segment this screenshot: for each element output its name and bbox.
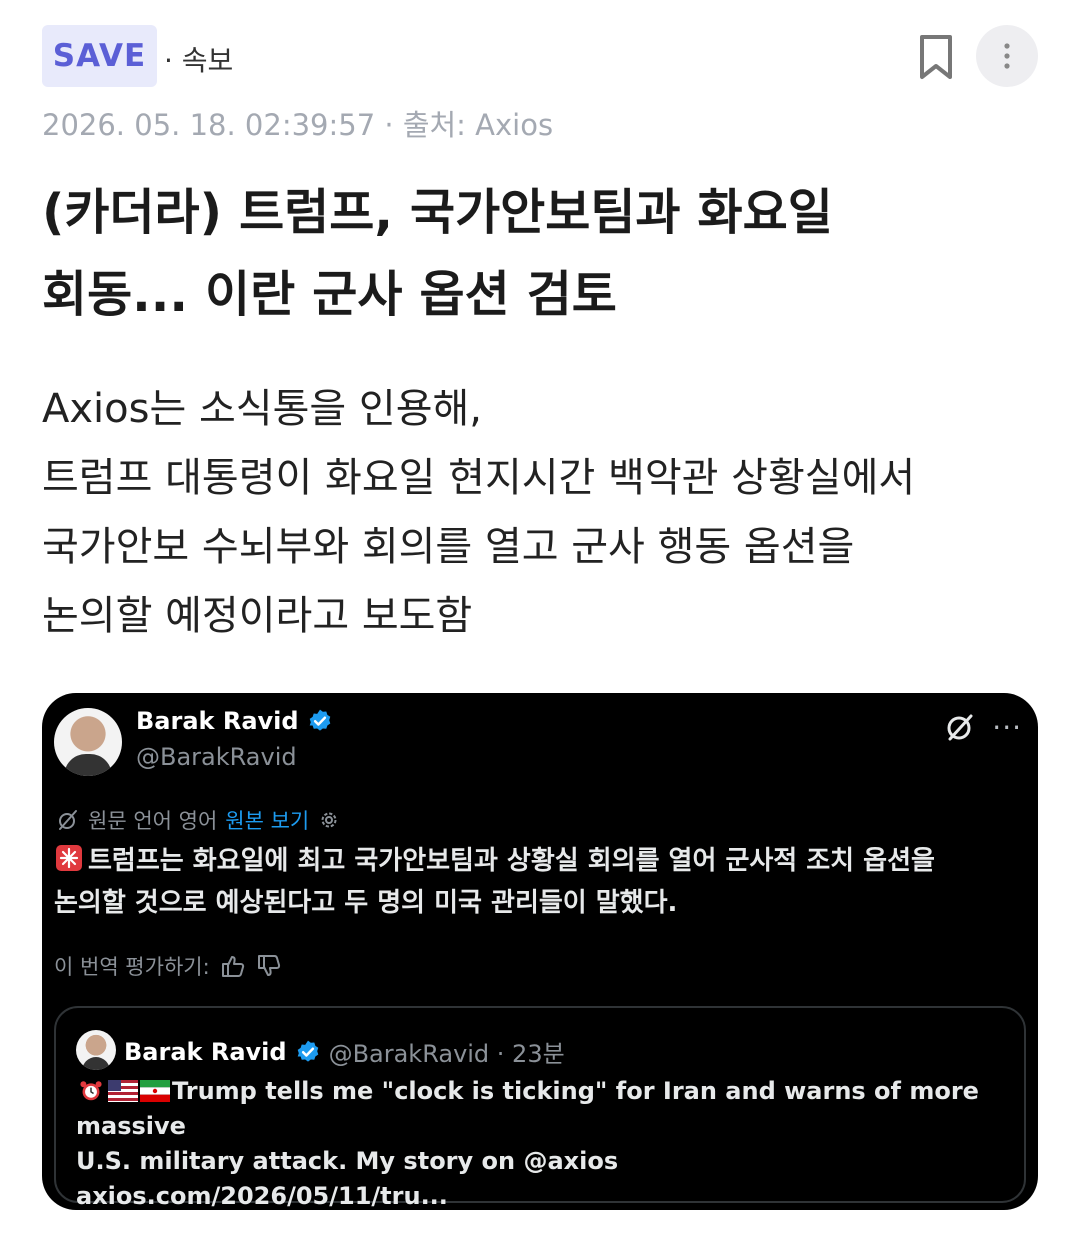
thumbs-down-icon[interactable] xyxy=(256,953,282,979)
rate-label: 이 번역 평가하기: xyxy=(54,955,210,979)
quoted-text-line: U.S. military attack. My story on @axios xyxy=(76,1147,619,1175)
avatar[interactable] xyxy=(54,708,122,776)
embedded-tweet[interactable]: Barak Ravid @BarakRavid ··· 원문 언어 영어 원본 … xyxy=(42,693,1038,1210)
rate-translation: 이 번역 평가하기: xyxy=(54,951,282,981)
article-title: (카더라) 트럼프, 국가안보팀과 화요일 회동... 이란 군사 옵션 검토 xyxy=(42,172,1042,336)
thumbs-up-icon[interactable] xyxy=(220,953,246,979)
grok-icon[interactable] xyxy=(944,711,976,743)
tweet-text-line: 논의할 것으로 예상된다고 두 명의 미국 관리들이 말했다. xyxy=(54,888,678,918)
translation-label: 원문 언어 영어 xyxy=(88,809,218,833)
grok-icon xyxy=(59,810,77,830)
quoted-tweet-header: Barak Ravid @BarakRavid · 23분 xyxy=(124,1034,565,1069)
more-vertical-icon xyxy=(1004,43,1010,69)
quoted-text-line: Trump tells me "clock is ticking" for Ir… xyxy=(76,1077,979,1140)
article-header: SAVE · 속보 xyxy=(42,25,1038,89)
translation-notice: 원문 언어 영어 원본 보기 xyxy=(56,805,341,835)
tweet-author-name: Barak Ravid xyxy=(136,707,299,735)
body-line: 트럼프 대통령이 화요일 현지시간 백악관 상황실에서 xyxy=(42,455,916,501)
category-label: · 속보 xyxy=(164,44,234,77)
view-original-link[interactable]: 원본 보기 xyxy=(225,805,309,835)
save-badge[interactable]: SAVE xyxy=(42,25,157,87)
quoted-tweet[interactable]: Barak Ravid @BarakRavid · 23분 Trump tell… xyxy=(54,1006,1026,1210)
title-line: 회동... 이란 군사 옵션 검토 xyxy=(42,266,617,323)
us-flag-emoji-icon xyxy=(108,1080,138,1102)
quoted-tweet-text: Trump tells me "clock is ticking" for Ir… xyxy=(76,1074,1006,1210)
quoted-link[interactable]: axios.com/2026/05/11/tru... xyxy=(76,1179,1006,1210)
tweet-text-line: 트럼프는 화요일에 최고 국가안보팀과 상황실 회의를 열어 군사적 조치 옵션… xyxy=(88,846,935,876)
verified-badge-icon xyxy=(297,1040,318,1062)
body-line: 논의할 예정이라고 보도함 xyxy=(42,593,473,639)
body-line: 국가안보 수뇌부와 회의를 열고 군사 행동 옵션을 xyxy=(42,524,855,570)
more-options-button[interactable] xyxy=(976,25,1038,87)
more-horizontal-icon[interactable]: ··· xyxy=(992,711,1022,744)
alarm-clock-emoji-icon xyxy=(80,1081,102,1101)
article-meta: 2026. 05. 18. 02:39:57 · 출처: Axios xyxy=(42,108,554,142)
gear-icon[interactable] xyxy=(317,808,341,832)
tweet-handle[interactable]: @BarakRavid xyxy=(136,743,297,771)
tweet-author[interactable]: Barak Ravid xyxy=(136,707,333,735)
article-body: Axios는 소식통을 인용해, 트럼프 대통령이 화요일 현지시간 백악관 상… xyxy=(42,375,1042,651)
quoted-author-name[interactable]: Barak Ravid xyxy=(124,1038,287,1066)
title-line: (카더라) 트럼프, 국가안보팀과 화요일 xyxy=(42,184,833,241)
quoted-handle-time: @BarakRavid · 23분 xyxy=(328,1040,565,1068)
verified-badge-icon xyxy=(309,709,330,731)
body-line: Axios는 소식통을 인용해, xyxy=(42,386,483,432)
siren-emoji-icon xyxy=(56,845,82,871)
bookmark-icon[interactable] xyxy=(916,33,956,83)
iran-flag-emoji-icon xyxy=(140,1080,170,1102)
avatar[interactable] xyxy=(76,1030,116,1070)
tweet-text: 트럼프는 화요일에 최고 국가안보팀과 상황실 회의를 열어 군사적 조치 옵션… xyxy=(54,840,1029,924)
